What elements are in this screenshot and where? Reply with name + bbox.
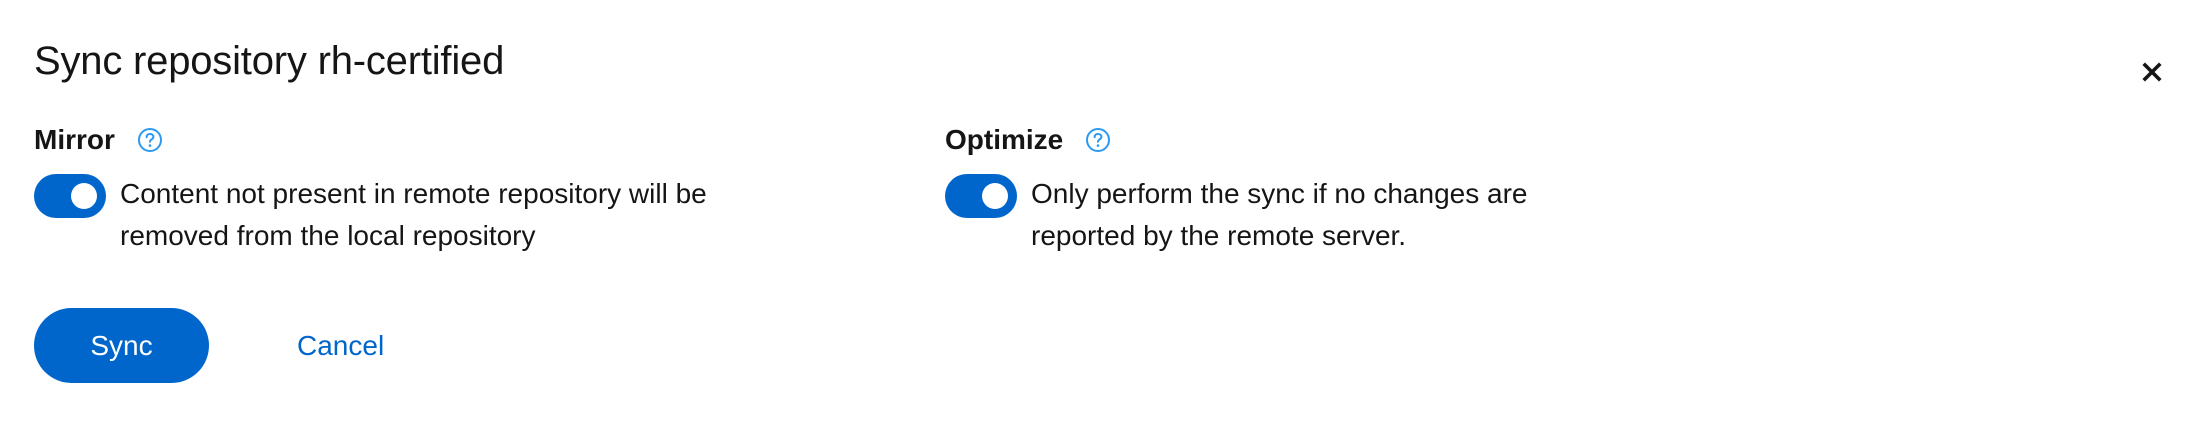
mirror-label: Mirror (34, 124, 115, 155)
mirror-description-line2: removed from the local repository (120, 220, 536, 251)
help-icon (137, 128, 162, 152)
optimize-label: Optimize (945, 124, 1064, 155)
close-icon (2142, 62, 2162, 82)
mirror-toggle[interactable] (34, 174, 106, 218)
optimize-switch-row: Only perform the sync if no changes are … (945, 174, 1527, 257)
mirror-toggle-knob (71, 183, 97, 209)
optimize-toggle-knob (982, 183, 1008, 209)
modal-title: Sync repository rh-certified (34, 39, 505, 83)
optimize-description-line1: Only perform the sync if no changes are (1031, 178, 1528, 209)
optimize-description-line2: reported by the remote server. (1031, 220, 1407, 251)
mirror-label-row: Mirror (34, 122, 707, 158)
mirror-field-group: Mirror Content not present in remote rep… (34, 122, 707, 257)
cancel-button[interactable]: Cancel (297, 308, 384, 383)
mirror-description-line1: Content not present in remote repository… (120, 178, 707, 209)
mirror-switch-row: Content not present in remote repository… (34, 174, 707, 257)
optimize-label-row: Optimize (945, 122, 1527, 158)
sync-button[interactable]: Sync (34, 308, 209, 383)
sync-repository-modal: Sync repository rh-certified Mirror Cont… (0, 0, 2202, 422)
optimize-description: Only perform the sync if no changes are … (1031, 173, 1527, 257)
help-icon (1086, 128, 1111, 152)
optimize-help-icon[interactable] (1085, 127, 1111, 153)
optimize-field-group: Optimize Only perform the sync if no cha… (945, 122, 1527, 257)
optimize-toggle[interactable] (945, 174, 1017, 218)
mirror-help-icon[interactable] (137, 127, 163, 153)
mirror-description: Content not present in remote repository… (120, 173, 707, 257)
close-button[interactable] (2132, 52, 2172, 92)
